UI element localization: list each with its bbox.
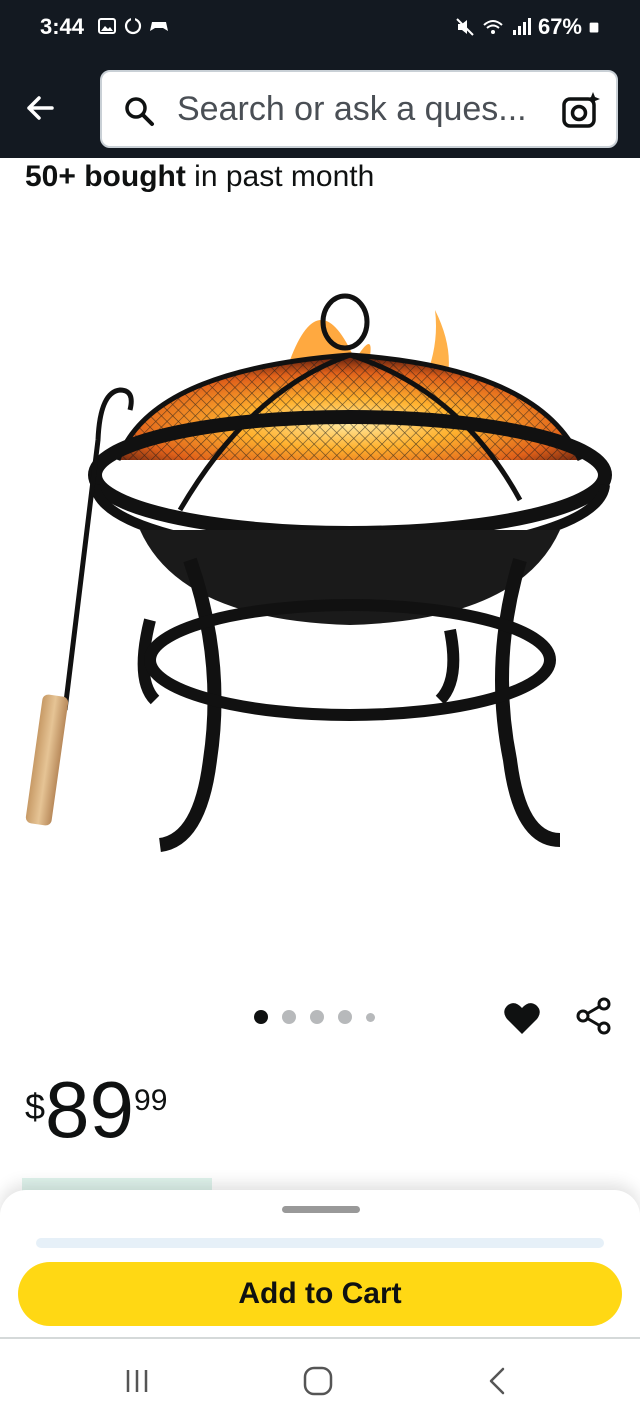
sync-icon	[124, 17, 142, 35]
price: $ 89 99	[25, 1070, 167, 1150]
status-right: 67%	[454, 14, 600, 40]
back-nav-button[interactable]	[476, 1359, 520, 1403]
home-button[interactable]	[296, 1359, 340, 1403]
app-header: 3:44 67% Search or ask a ques...	[0, 0, 640, 158]
carousel-dot[interactable]	[254, 1010, 268, 1024]
share-icon[interactable]	[574, 996, 614, 1036]
price-currency: $	[25, 1086, 46, 1127]
notification-icons	[97, 16, 169, 36]
social-proof: 50+ bought in past month	[25, 160, 374, 194]
search-input[interactable]: Search or ask a ques...	[177, 90, 542, 129]
carousel-dot[interactable]	[310, 1010, 324, 1024]
add-to-cart-button[interactable]: Add to Cart	[18, 1262, 622, 1326]
signal-icon	[512, 18, 531, 35]
bought-suffix: in past month	[185, 160, 375, 193]
sheet-drag-handle[interactable]	[282, 1206, 360, 1213]
bottom-sheet: Add to Cart	[0, 1190, 640, 1350]
back-button[interactable]	[18, 86, 62, 130]
recent-apps-icon	[126, 1370, 148, 1392]
wifi-icon	[483, 20, 503, 34]
price-fraction: 99	[134, 1084, 168, 1117]
product-image[interactable]	[20, 240, 620, 940]
heart-icon[interactable]	[502, 998, 542, 1038]
mute-icon	[456, 18, 474, 36]
bought-count: 50+ bought	[25, 160, 186, 193]
image-carousel-dots[interactable]	[254, 1010, 375, 1024]
game-controller-icon	[150, 22, 168, 31]
battery-icon	[589, 22, 599, 33]
camera-search-icon[interactable]	[560, 90, 602, 132]
battery-level: 67%	[537, 14, 582, 39]
sheet-placeholder-bar	[36, 1238, 604, 1248]
home-icon	[303, 1366, 333, 1396]
carousel-dot[interactable]	[282, 1010, 296, 1024]
price-whole: 89	[45, 1065, 135, 1154]
search-bar[interactable]: Search or ask a ques...	[100, 70, 618, 148]
arrow-left-icon	[27, 96, 54, 120]
system-nav-bar	[0, 1339, 640, 1422]
gallery-icon	[98, 18, 116, 34]
search-icon	[125, 97, 154, 126]
carousel-dot[interactable]	[366, 1012, 375, 1022]
chevron-left-icon	[489, 1367, 505, 1395]
carousel-dot[interactable]	[338, 1010, 352, 1024]
status-time: 3:44	[40, 14, 85, 39]
recent-apps-button[interactable]	[115, 1359, 159, 1403]
status-bar: 3:44 67%	[0, 0, 640, 56]
